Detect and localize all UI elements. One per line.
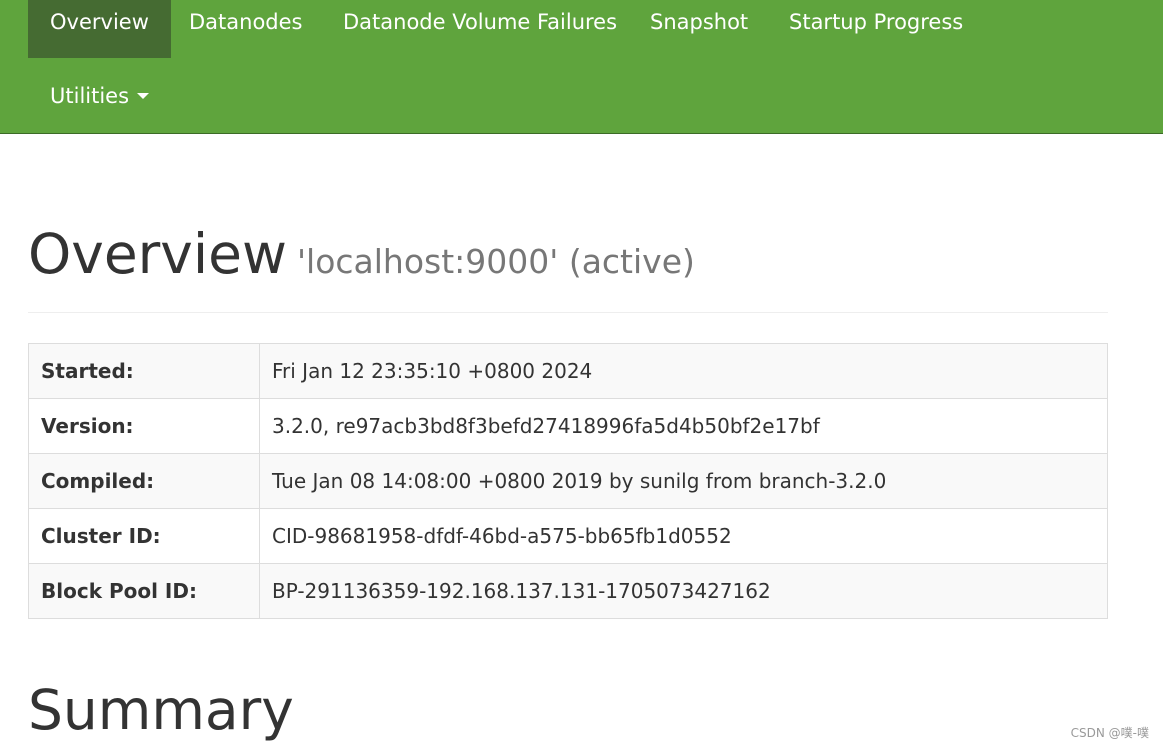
watermark: CSDN @噗-噗	[1070, 726, 1149, 740]
page-subtitle: 'localhost:9000' (active)	[296, 242, 695, 281]
nav-dropdown-utilities-label: Utilities	[50, 84, 130, 108]
top-navbar: Overview Datanodes Datanode Volume Failu…	[0, 0, 1163, 134]
page-header: Overview'localhost:9000' (active)	[28, 222, 1108, 313]
summary-heading: Summary	[28, 678, 294, 742]
row-value: 3.2.0, re97acb3bd8f3befd27418996fa5d4b50…	[259, 398, 1108, 454]
row-key: Compiled:	[28, 453, 260, 509]
page-title: Overview	[28, 222, 287, 286]
nav-dropdown-utilities[interactable]: Utilities	[28, 74, 171, 118]
row-key: Started:	[28, 343, 260, 399]
table-row: Block Pool ID: BP-291136359-192.168.137.…	[28, 563, 1108, 619]
row-value: CID-98681958-dfdf-46bd-a575-bb65fb1d0552	[259, 508, 1108, 564]
nav-tab-startup-progress[interactable]: Startup Progress	[767, 0, 985, 58]
table-row: Compiled: Tue Jan 08 14:08:00 +0800 2019…	[28, 453, 1108, 509]
table-row: Version: 3.2.0, re97acb3bd8f3befd2741899…	[28, 398, 1108, 454]
row-value: BP-291136359-192.168.137.131-17050734271…	[259, 563, 1108, 619]
row-key: Version:	[28, 398, 260, 454]
row-value: Tue Jan 08 14:08:00 +0800 2019 by sunilg…	[259, 453, 1108, 509]
overview-info-table: Started: Fri Jan 12 23:35:10 +0800 2024 …	[28, 343, 1108, 619]
row-value: Fri Jan 12 23:35:10 +0800 2024	[259, 343, 1108, 399]
nav-tab-datanode-volume-failures[interactable]: Datanode Volume Failures	[321, 0, 639, 58]
table-row: Cluster ID: CID-98681958-dfdf-46bd-a575-…	[28, 508, 1108, 564]
row-key: Cluster ID:	[28, 508, 260, 564]
nav-tab-datanodes[interactable]: Datanodes	[167, 0, 325, 58]
table-row: Started: Fri Jan 12 23:35:10 +0800 2024	[28, 343, 1108, 399]
nav-tab-overview[interactable]: Overview	[28, 0, 171, 58]
caret-down-icon	[137, 93, 150, 99]
row-key: Block Pool ID:	[28, 563, 260, 619]
nav-tab-snapshot[interactable]: Snapshot	[628, 0, 770, 58]
